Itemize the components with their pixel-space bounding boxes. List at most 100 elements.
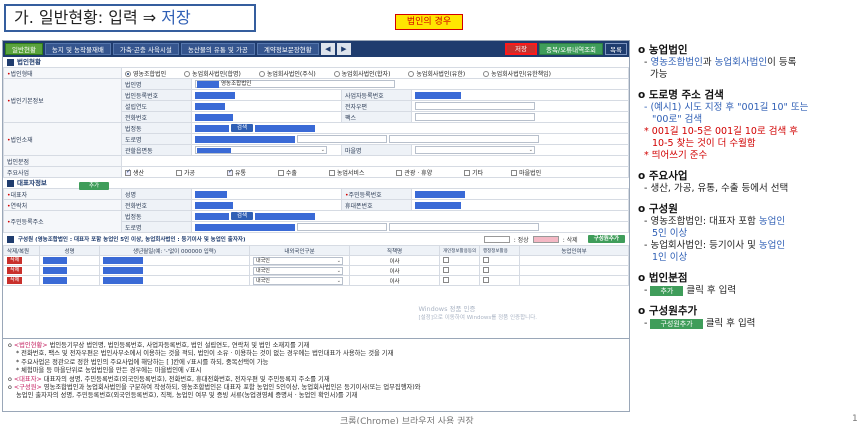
admin-select[interactable]: ⌄ — [191, 144, 342, 156]
est-year-label: 설립연도 — [121, 100, 192, 112]
legend-normal: : 정상 — [513, 236, 529, 244]
radio-corp-type-0[interactable]: 영농조합법인 — [125, 71, 166, 78]
radio-corp-type-1[interactable]: 농업회사법인(합명) — [184, 71, 241, 78]
member-birth[interactable] — [99, 275, 250, 286]
member-farmer[interactable] — [519, 255, 629, 266]
email-field[interactable] — [411, 100, 629, 112]
guide-address-head: o 도로명 주소 검색 — [638, 89, 724, 101]
table-row: 삭제 내국인 ⌄ 이사 — [3, 255, 629, 266]
branch-add-button[interactable]: 추가 — [79, 182, 110, 190]
member-title[interactable]: 이사 — [349, 265, 440, 276]
member-admin-info[interactable] — [479, 265, 520, 276]
check-biz-7[interactable]: 마을법인 — [511, 170, 541, 177]
next-arrow-icon[interactable]: ▶ — [336, 43, 351, 55]
check-biz-0[interactable]: 생산 — [125, 168, 144, 177]
corp-type-label: •법인형태 — [3, 67, 122, 79]
guide-branch-head: o 법인분점 — [638, 272, 688, 284]
member-nationality[interactable]: 내국인 ⌄ — [249, 265, 350, 276]
corp-form: •법인형태 영농조합법인 농업회사법인(합명) 농업회사법인(주식) 농업회사법… — [3, 67, 629, 178]
village-label: 마을명 — [341, 144, 412, 156]
delete-member-button[interactable]: 삭제 — [7, 257, 23, 264]
table-row: 삭제 내국인 ⌄ 이사 — [3, 275, 629, 286]
member-name[interactable] — [39, 255, 100, 266]
fax-label: 팩스 — [341, 111, 412, 123]
fax-field[interactable] — [411, 111, 629, 123]
radio-corp-type-4[interactable]: 농업회사법인(유한) — [408, 71, 465, 78]
radio-corp-type-2[interactable]: 농업회사법인(주식) — [258, 71, 316, 78]
guide-add-member-button: 구성원추가 — [650, 318, 703, 329]
check-biz-1[interactable]: 가공 — [175, 170, 195, 177]
tab-farmland[interactable]: 농지 및 농작물재배 — [44, 43, 111, 55]
rep-address-search-button[interactable]: 검색 — [230, 212, 254, 220]
member-farmer[interactable] — [519, 275, 629, 286]
biz-regno-label: 사업자등록번호 — [341, 89, 412, 101]
delete-member-button[interactable]: 삭제 — [7, 277, 23, 284]
slide-title: 가. 일반현황: 입력 ⇒ 저장 — [4, 4, 256, 32]
add-member-button[interactable]: 구성원추가 — [587, 235, 625, 243]
member-birth[interactable] — [99, 265, 250, 276]
check-biz-5[interactable]: 관광 · 휴양 — [396, 170, 432, 177]
member-birth[interactable] — [99, 255, 250, 266]
tab-contract[interactable]: 계약정보문장현황 — [256, 43, 319, 55]
rep-rrn-field[interactable] — [411, 188, 629, 200]
member-privacy[interactable] — [439, 255, 480, 266]
save-button[interactable]: 저장 — [505, 43, 537, 55]
member-farmer[interactable] — [519, 265, 629, 276]
header-cell: 개인정보활용동의 — [439, 245, 480, 256]
table-row: 삭제 내국인 ⌄ 이사 — [3, 265, 629, 276]
member-admin-info[interactable] — [479, 255, 520, 266]
guide-address-line: - (예시1) 시도 지정 후 "001길 10" 또는 — [644, 102, 809, 113]
radio-corp-type-3[interactable]: 농업회사법인(합자) — [333, 71, 390, 78]
check-biz-4[interactable]: 농업서비스 — [328, 170, 364, 177]
list-button[interactable]: 목록 — [605, 43, 627, 55]
member-nationality[interactable]: 내국인 ⌄ — [249, 275, 350, 286]
corp-name-field[interactable]: 영농조합법인 — [191, 78, 629, 90]
rep-name-field[interactable] — [191, 188, 342, 200]
rep-phone-field[interactable] — [191, 199, 342, 211]
member-title[interactable]: 이사 — [349, 255, 440, 266]
check-biz-6[interactable]: 기타 — [464, 170, 483, 177]
guide-address-line: * 띄어쓰기 준수 — [644, 150, 708, 161]
rep-name-label: 성명 — [121, 188, 192, 200]
tab-bar: 일반현황 농지 및 농작물재배 가축·곤충 사육시설 농산물의 유통 및 가공 … — [3, 41, 629, 57]
member-nationality[interactable]: 내국인 ⌄ — [249, 255, 350, 266]
member-title[interactable]: 이사 — [349, 275, 440, 286]
est-year-field[interactable] — [191, 100, 342, 112]
member-name[interactable] — [39, 265, 100, 276]
contact-label: •연락처 — [3, 199, 122, 211]
check-biz-2[interactable]: 유통 — [226, 168, 246, 177]
road-field[interactable] — [191, 133, 629, 145]
village-select[interactable]: ⌄ — [411, 144, 629, 156]
member-privacy[interactable] — [439, 265, 480, 276]
header-cell: 생년월일(예: '-'없이 000000 입력) — [99, 245, 250, 256]
road-label: 도로명 — [121, 133, 192, 145]
radio-corp-type-5[interactable]: 농업회사법인(유한책임) — [483, 71, 551, 78]
header-cell: 성명 — [39, 245, 100, 256]
delete-member-button[interactable]: 삭제 — [7, 267, 23, 274]
rep-road-field[interactable] — [191, 221, 629, 233]
delete-cell: 삭제 — [3, 265, 40, 276]
branch-field — [121, 155, 629, 167]
members-bar: 구성원 (영농조합법인 : 대표자 포함 농업인 5인 이상, 농업회사법인 :… — [3, 233, 629, 245]
member-privacy[interactable] — [439, 275, 480, 286]
guide-member-line: 1인 이상 — [652, 252, 688, 263]
member-admin-info[interactable] — [479, 275, 520, 286]
address-search-button[interactable]: 검색 — [230, 124, 254, 132]
delete-cell: 삭제 — [3, 255, 40, 266]
guide-branch-line: - 추가 클릭 후 입력 — [644, 285, 737, 296]
rep-mobile-field[interactable] — [411, 199, 629, 211]
corp-name-label: 법인명 — [121, 78, 192, 90]
tab-distribution[interactable]: 농산물의 유통 및 가공 — [180, 43, 255, 55]
phone-field[interactable] — [191, 111, 342, 123]
guide-member-line: 5인 이상 — [652, 228, 688, 239]
check-biz-3[interactable]: 수출 — [277, 170, 297, 177]
prev-arrow-icon[interactable]: ◀ — [320, 43, 335, 55]
corp-regno-field[interactable] — [191, 89, 342, 101]
tab-livestock[interactable]: 가축·곤충 사육시설 — [112, 43, 179, 55]
member-name[interactable] — [39, 275, 100, 286]
biz-regno-field[interactable] — [411, 89, 629, 101]
footer-text: 크롬(Chrome) 브라우저 사용 권장 — [340, 417, 474, 424]
duplicate-check-button[interactable]: 중복/오류내역조회 — [539, 43, 604, 55]
section-icon — [7, 58, 14, 66]
tab-general[interactable]: 일반현황 — [5, 43, 43, 55]
